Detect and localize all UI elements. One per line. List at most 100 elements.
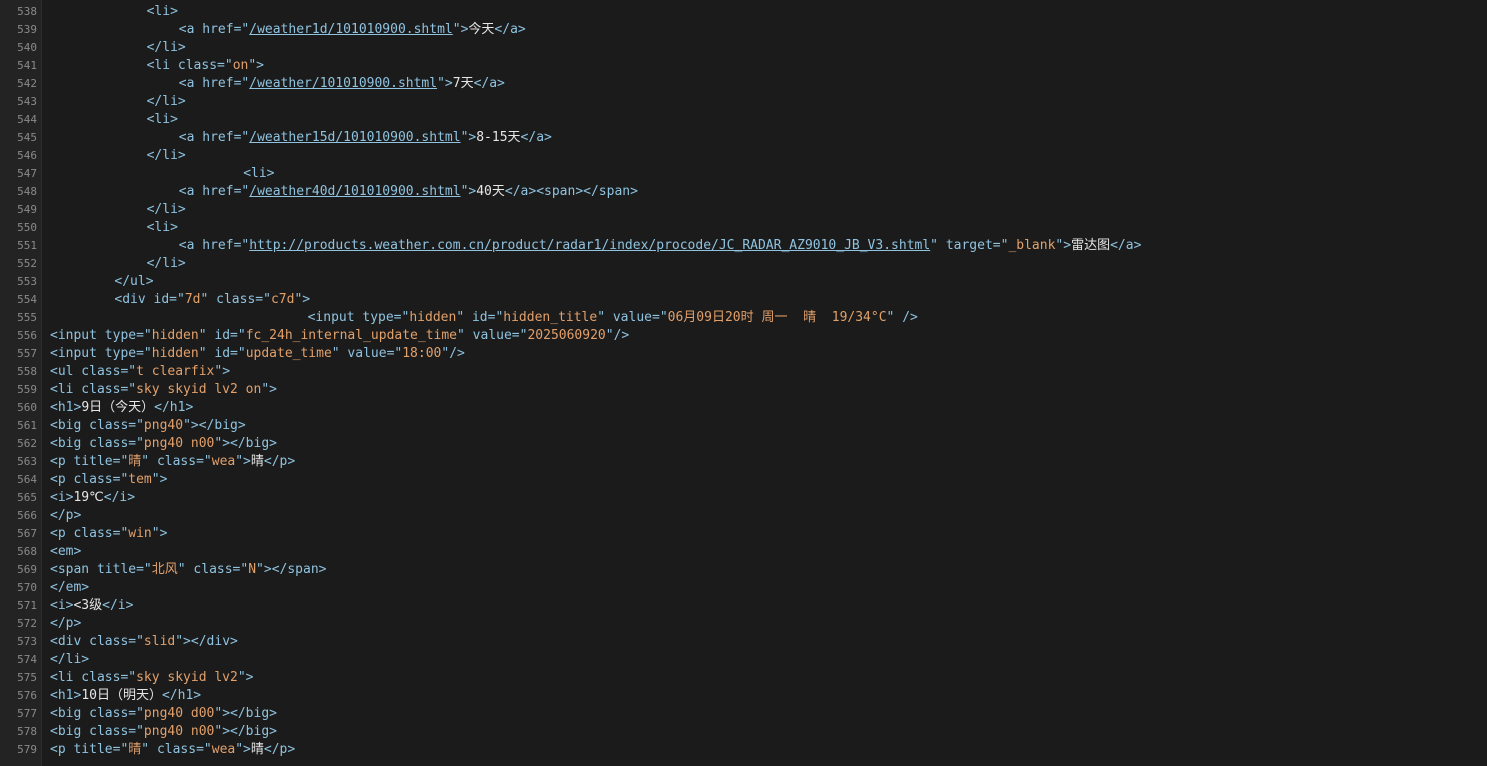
- text-content: 今天: [468, 22, 495, 37]
- line-number: 575: [17, 671, 37, 684]
- code-line[interactable]: 544 <li>: [0, 111, 1487, 129]
- code-line[interactable]: 554 <div id="7d" class="c7d">: [0, 291, 1487, 309]
- text-content: 8-15天: [476, 130, 521, 145]
- attribute-value: wea: [211, 742, 236, 757]
- code-line[interactable]: 565 <i>19℃</i>: [0, 489, 1487, 507]
- code-line[interactable]: 546 </li>: [0, 147, 1487, 165]
- code-line[interactable]: 549 </li>: [0, 201, 1487, 219]
- url-link[interactable]: /weather/101010900.shtml: [249, 76, 437, 91]
- line-number: 566: [17, 509, 37, 522]
- line-source: <input type="hidden" id="fc_24h_internal…: [50, 327, 629, 345]
- line-source: <big class="png40 d00"></big>: [50, 705, 277, 723]
- markup-token: <li>: [243, 166, 275, 181]
- line-number: 543: [17, 95, 37, 108]
- markup-token: </p>: [50, 508, 82, 523]
- markup-token: ">: [235, 742, 251, 757]
- code-line[interactable]: 539 <a href="/weather1d/101010900.shtml">…: [0, 21, 1487, 39]
- attribute-value: win: [128, 526, 152, 541]
- code-line[interactable]: 547 <li>: [0, 165, 1487, 183]
- code-line[interactable]: 571 <i><3级</i>: [0, 597, 1487, 615]
- code-line[interactable]: 540 </li>: [0, 39, 1487, 57]
- code-line[interactable]: 553 </ul>: [0, 273, 1487, 291]
- code-line[interactable]: 556 <input type="hidden" id="fc_24h_inter…: [0, 327, 1487, 345]
- markup-token: " value=": [597, 310, 668, 325]
- attribute-value: hidden: [151, 328, 199, 343]
- markup-token: " id=": [198, 346, 246, 361]
- source-code-viewer[interactable]: 538 <li> 539 <a href="/weather1d/101010900.…: [0, 0, 1487, 766]
- code-line[interactable]: 570 </em>: [0, 579, 1487, 597]
- attribute-value: 7d: [184, 292, 201, 307]
- code-line[interactable]: 577 <big class="png40 d00"></big>: [0, 705, 1487, 723]
- code-line[interactable]: 579 <p title="晴" class="wea">晴</p>: [0, 741, 1487, 759]
- markup-token: <ul class=": [50, 364, 137, 379]
- line-number: 558: [17, 365, 37, 378]
- line-source: <p title="晴" class="wea">晴</p>: [50, 453, 295, 471]
- markup-token: ">: [151, 526, 168, 541]
- markup-token: <a href=": [178, 22, 250, 37]
- code-line[interactable]: 552 </li>: [0, 255, 1487, 273]
- code-line[interactable]: 560 <h1>9日（今天）</h1>: [0, 399, 1487, 417]
- code-line[interactable]: 555 <input type="hidden" id="hidden_title…: [0, 309, 1487, 327]
- code-line[interactable]: 576 <h1>10日（明天）</h1>: [0, 687, 1487, 705]
- code-line[interactable]: 567 <p class="win">: [0, 525, 1487, 543]
- code-line[interactable]: 543 </li>: [0, 93, 1487, 111]
- code-line[interactable]: 559 <li class="sky skyid lv2 on">: [0, 381, 1487, 399]
- code-line[interactable]: 569 <span title="北风" class="N"></span>: [0, 561, 1487, 579]
- line-number: 538: [17, 5, 37, 18]
- line-source: <a href="/weather15d/101010900.shtml">8-…: [179, 129, 552, 147]
- line-number: 570: [17, 581, 37, 594]
- attribute-value: update_time: [245, 346, 332, 361]
- code-line[interactable]: 541 <li class="on">: [0, 57, 1487, 75]
- code-line[interactable]: 578 <big class="png40 n00"></big>: [0, 723, 1487, 741]
- markup-token: </h1>: [161, 688, 202, 703]
- line-source: <li class="on">: [147, 57, 264, 75]
- code-line[interactable]: 563 <p title="晴" class="wea">晴</p>: [0, 453, 1487, 471]
- line-number: 549: [17, 203, 37, 216]
- markup-token: "></big>: [183, 418, 246, 433]
- code-line[interactable]: 572 </p>: [0, 615, 1487, 633]
- url-link[interactable]: http://products.weather.com.cn/product/r…: [249, 238, 930, 253]
- code-line[interactable]: 573 <div class="slid"></div>: [0, 633, 1487, 651]
- markup-token: ">: [235, 454, 251, 469]
- attribute-value: png40 n00: [143, 724, 215, 739]
- line-number: 542: [17, 77, 37, 90]
- code-line[interactable]: 557 <input type="hidden" id="update_time"…: [0, 345, 1487, 363]
- code-line[interactable]: 551 <a href="http://products.weather.com.…: [0, 237, 1487, 255]
- code-line[interactable]: 550 <li>: [0, 219, 1487, 237]
- attribute-value: 北风: [151, 562, 178, 577]
- code-line[interactable]: 575 <li class="sky skyid lv2">: [0, 669, 1487, 687]
- code-line[interactable]: 574 </li>: [0, 651, 1487, 669]
- line-number: 573: [17, 635, 37, 648]
- markup-token: " class=": [200, 292, 271, 307]
- code-line[interactable]: 558 <ul class="t clearfix">: [0, 363, 1487, 381]
- code-line[interactable]: 568 <em>: [0, 543, 1487, 561]
- url-link[interactable]: /weather15d/101010900.shtml: [249, 130, 460, 145]
- code-line[interactable]: 561 <big class="png40"></big>: [0, 417, 1487, 435]
- markup-token: <h1>: [50, 400, 82, 415]
- text-content: 9日（今天）: [81, 400, 155, 415]
- code-line[interactable]: 538 <li>: [0, 3, 1487, 21]
- line-source: <a href="/weather/101010900.shtml">7天</a…: [179, 75, 505, 93]
- attribute-value: tem: [128, 472, 152, 487]
- code-line[interactable]: 548 <a href="/weather40d/101010900.shtml"…: [0, 183, 1487, 201]
- markup-token: <li class=": [50, 670, 137, 685]
- markup-token: </em>: [50, 580, 90, 595]
- line-source: <p class="win">: [50, 525, 167, 543]
- code-area[interactable]: 538 <li> 539 <a href="/weather1d/101010900.…: [0, 0, 1487, 766]
- url-link[interactable]: /weather1d/101010900.shtml: [249, 22, 453, 37]
- line-number: 574: [17, 653, 37, 666]
- code-line[interactable]: 566 </p>: [0, 507, 1487, 525]
- attribute-value: on: [232, 58, 249, 73]
- code-line[interactable]: 545 <a href="/weather15d/101010900.shtml"…: [0, 129, 1487, 147]
- markup-token: <div id=": [114, 292, 185, 307]
- attribute-value: fc_24h_internal_update_time: [245, 328, 458, 343]
- markup-token: <li>: [146, 112, 178, 127]
- code-line[interactable]: 562 <big class="png40 n00"></big>: [0, 435, 1487, 453]
- markup-token: </a>: [1110, 238, 1142, 253]
- attribute-value: png40: [143, 418, 184, 433]
- code-line[interactable]: 542 <a href="/weather/101010900.shtml">7天…: [0, 75, 1487, 93]
- line-source: <li class="sky skyid lv2 on">: [50, 381, 277, 399]
- url-link[interactable]: /weather40d/101010900.shtml: [249, 184, 460, 199]
- code-line[interactable]: 564 <p class="tem">: [0, 471, 1487, 489]
- markup-token: <i>: [50, 490, 74, 505]
